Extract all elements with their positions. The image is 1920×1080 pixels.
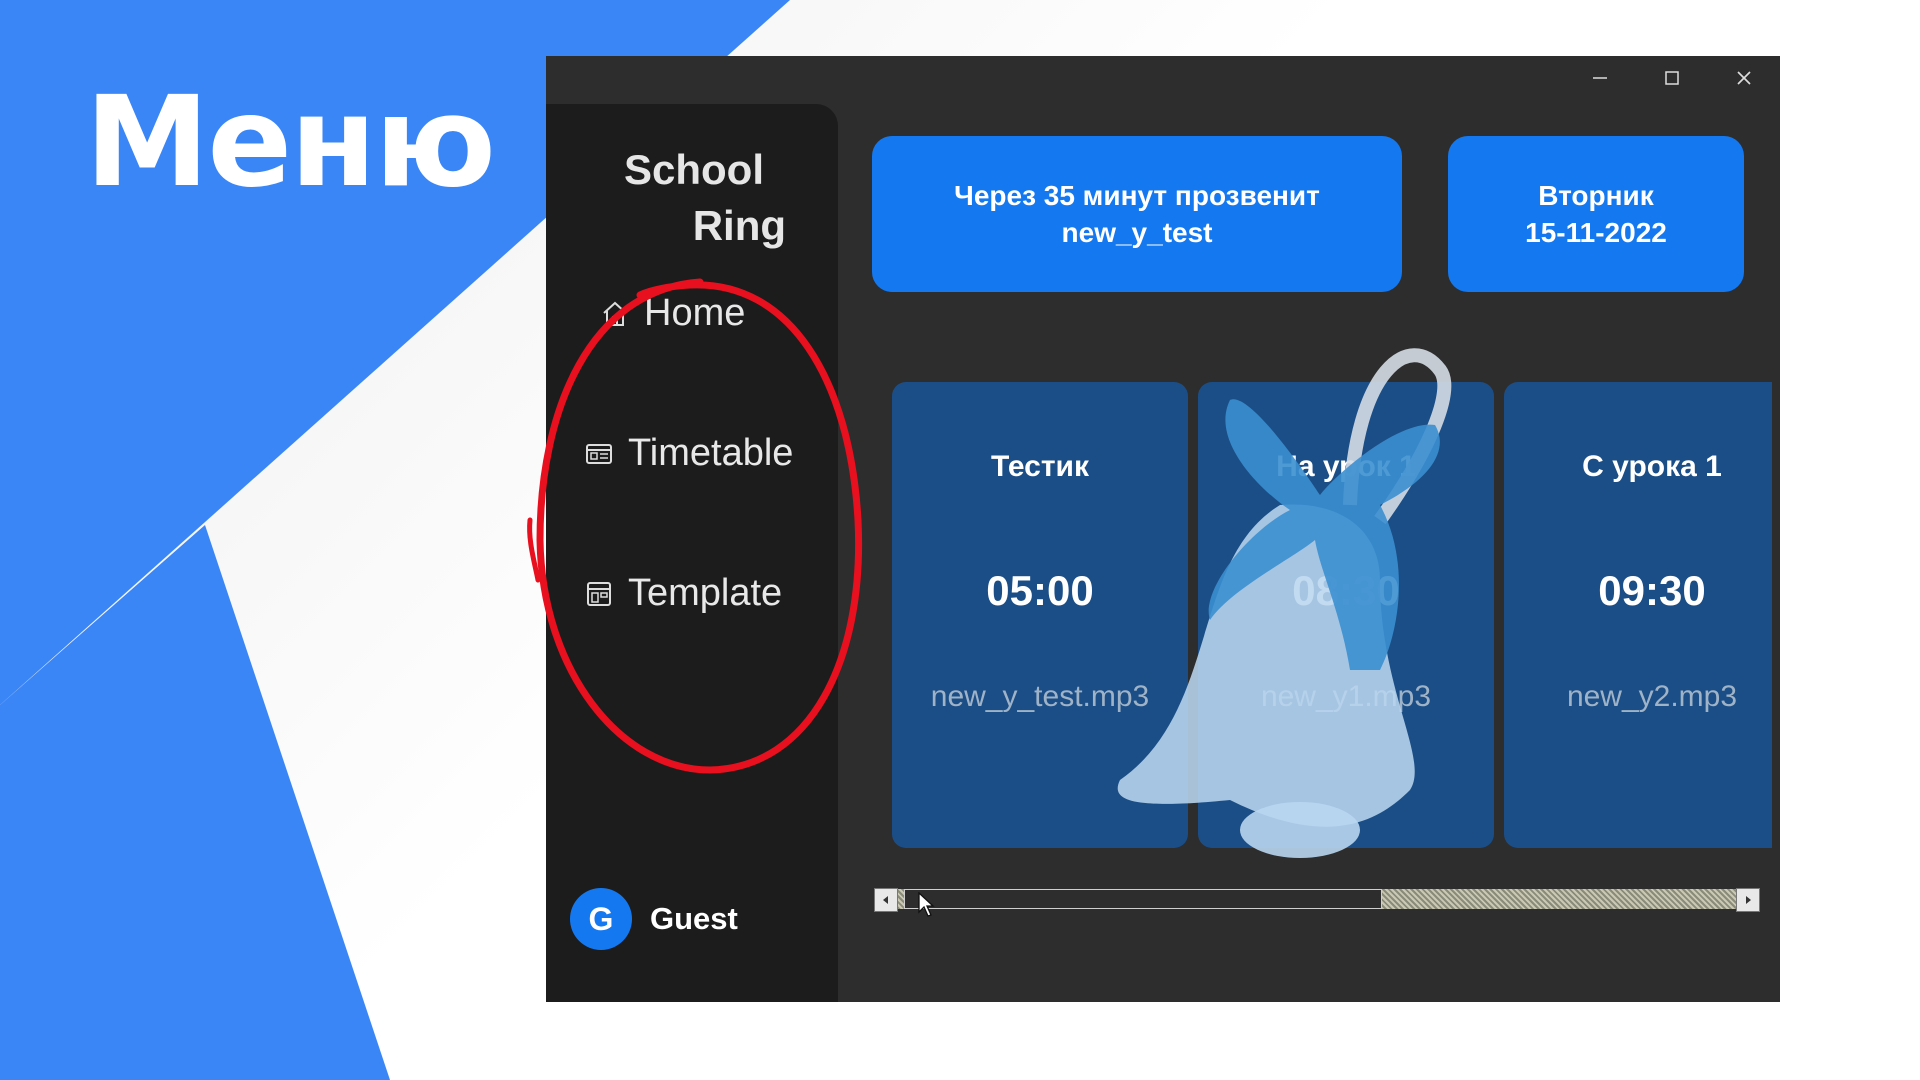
- user-name: Guest: [650, 901, 738, 936]
- window-controls: [1564, 56, 1780, 100]
- next-ring-text: Через 35 минут прозвенит: [954, 180, 1320, 211]
- maximize-icon[interactable]: [1636, 56, 1708, 100]
- next-ring-file: new_y_test: [1061, 217, 1213, 248]
- scroll-thumb[interactable]: [904, 889, 1382, 909]
- logo-line-2: Ring: [692, 202, 786, 249]
- ring-name: С урока 1: [1582, 450, 1722, 483]
- user-profile[interactable]: G Guest: [570, 888, 738, 950]
- ring-time: 09:30: [1598, 567, 1706, 614]
- ring-file: new_y2.mp3: [1566, 680, 1738, 713]
- app-logo: School Ring: [624, 142, 786, 254]
- horizontal-scrollbar[interactable]: [874, 886, 1760, 917]
- slide-headline: Меню: [85, 70, 496, 215]
- scroll-right-button[interactable]: [1736, 888, 1760, 912]
- weekday: Вторник: [1538, 180, 1654, 211]
- ring-card[interactable]: С урока 1 09:30 new_y2.mp3: [1504, 382, 1772, 848]
- avatar: G: [570, 888, 632, 950]
- annotation-circle: [527, 278, 863, 774]
- date-banner: Вторник 15-11-2022: [1448, 136, 1744, 292]
- mouse-cursor-icon: [918, 892, 935, 917]
- logo-line-1: School: [623, 146, 764, 193]
- bell-icon: [1117, 348, 1452, 858]
- date: 15-11-2022: [1525, 217, 1667, 248]
- close-icon[interactable]: [1708, 56, 1780, 100]
- minimize-icon[interactable]: [1564, 56, 1636, 100]
- scroll-left-button[interactable]: [874, 888, 898, 912]
- next-ring-banner: Через 35 минут прозвенит new_y_test: [872, 136, 1402, 292]
